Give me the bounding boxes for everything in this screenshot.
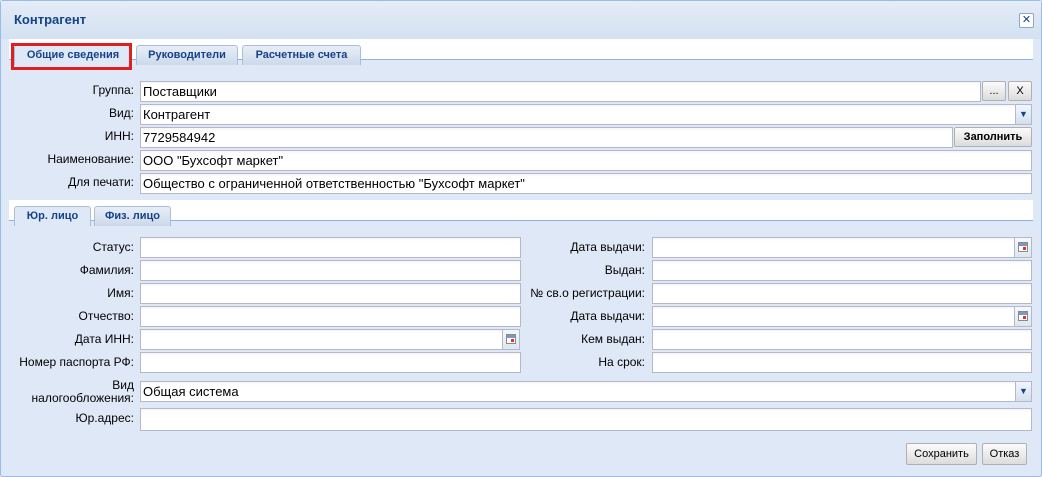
surname-field[interactable]	[140, 260, 521, 281]
tab-managers[interactable]: Руководители	[136, 45, 238, 65]
main-tab-strip: Общие сведения Руководители Расчетные сч…	[9, 39, 1033, 65]
address-label: Юр.адрес:	[75, 411, 135, 425]
reg-cert-field[interactable]	[652, 283, 1032, 304]
patronymic-label: Отчество:	[78, 309, 135, 323]
group-field[interactable]: Поставщики	[140, 81, 981, 102]
passport-label: Номер паспорта РФ:	[19, 355, 134, 369]
fill-button[interactable]: Заполнить	[954, 127, 1032, 147]
term-label: На срок:	[598, 355, 645, 369]
inn-date-field[interactable]	[140, 329, 503, 350]
sub-tab-strip: Юр. лицо Физ. лицо	[9, 200, 1033, 226]
group-label: Группа:	[92, 83, 134, 97]
print-name-label: Для печати:	[68, 175, 134, 189]
inn-label: ИНН:	[104, 129, 134, 143]
inn-field[interactable]: 7729584942	[140, 127, 953, 148]
firstname-label: Имя:	[107, 286, 134, 300]
name-label: Наименование:	[47, 152, 134, 166]
dialog-window: Контрагент ✕ Общие сведения Руководители…	[0, 0, 1042, 477]
calendar-icon[interactable]	[1015, 237, 1032, 258]
calendar-icon[interactable]	[1015, 306, 1032, 327]
issue-date2-field[interactable]	[652, 306, 1015, 327]
tax-system-label: Вид налогообложения:	[11, 379, 134, 405]
issued-field[interactable]	[652, 260, 1032, 281]
calendar-icon[interactable]	[503, 329, 520, 350]
group-browse-button[interactable]: ...	[982, 81, 1006, 101]
tax-system-label-line2: налогообложения:	[31, 391, 134, 405]
tab-legal-entity[interactable]: Юр. лицо	[14, 206, 91, 226]
patronymic-field[interactable]	[140, 306, 521, 327]
tab-bank-accounts[interactable]: Расчетные счета	[242, 45, 361, 65]
status-label: Статус:	[92, 240, 134, 254]
tab-individual[interactable]: Физ. лицо	[94, 206, 171, 226]
passport-field[interactable]	[140, 352, 521, 373]
issue-date-field[interactable]	[652, 237, 1015, 258]
chevron-down-icon[interactable]: ▼	[1016, 104, 1032, 125]
window-title: Контрагент	[14, 12, 87, 27]
term-field[interactable]	[652, 352, 1032, 373]
kind-select[interactable]: Контрагент	[140, 104, 1016, 125]
kind-label: Вид:	[108, 106, 134, 120]
cancel-button[interactable]: Отказ	[982, 443, 1027, 465]
print-name-field[interactable]: Общество с ограниченной ответственностью…	[140, 173, 1032, 194]
tax-system-select[interactable]: Общая система	[140, 381, 1016, 402]
name-field[interactable]: ООО "Бухсофт маркет"	[140, 150, 1032, 171]
save-button[interactable]: Сохранить	[906, 443, 977, 465]
surname-label: Фамилия:	[79, 263, 134, 277]
inn-date-label: Дата ИНН:	[74, 332, 134, 346]
chevron-down-icon[interactable]: ▼	[1016, 381, 1032, 402]
address-field[interactable]	[140, 408, 1032, 431]
reg-cert-label: № св.о регистрации:	[530, 286, 645, 300]
status-field[interactable]	[140, 237, 521, 258]
issue-date-label: Дата выдачи:	[570, 240, 645, 254]
issue-date2-label: Дата выдачи:	[570, 309, 645, 323]
close-icon[interactable]: ✕	[1019, 13, 1034, 28]
issued-by-label: Кем выдан:	[581, 332, 645, 346]
tab-highlight-box	[11, 43, 132, 70]
firstname-field[interactable]	[140, 283, 521, 304]
title-bar[interactable]: Контрагент ✕	[1, 1, 1041, 39]
issued-label: Выдан:	[604, 263, 645, 277]
issued-by-field[interactable]	[652, 329, 1032, 350]
group-clear-button[interactable]: X	[1008, 81, 1032, 101]
